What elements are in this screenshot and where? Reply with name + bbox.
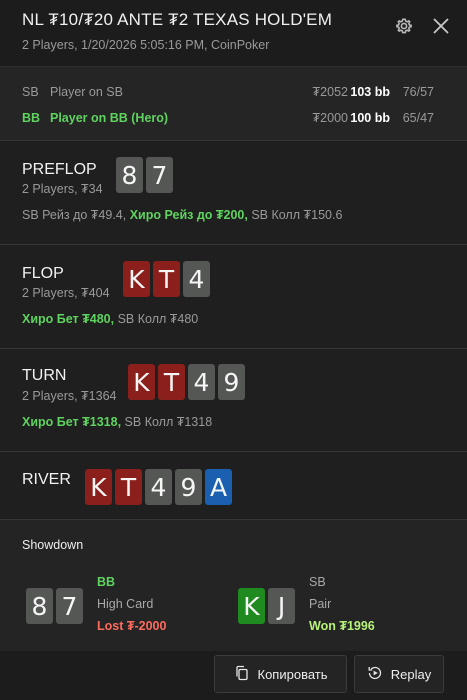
player-name: Player on SB — [50, 85, 123, 99]
street-name: FLOP — [22, 265, 64, 282]
close-icon[interactable] — [431, 16, 451, 36]
action-item: SB Рейз до ₮49.4, — [22, 208, 127, 222]
card: 4 — [188, 364, 215, 400]
card: 8 — [26, 588, 53, 624]
player-name: Player on BB (Hero) — [50, 111, 169, 125]
card: 4 — [183, 261, 210, 297]
hero-hole-cards: 8 7 — [116, 157, 173, 193]
card: K — [238, 588, 265, 624]
action-item-hero: Хиро Бет ₮480, — [22, 312, 115, 326]
card: J — [268, 588, 295, 624]
card: T — [153, 261, 180, 297]
action-item-hero: Хиро Рейз до ₮200, — [129, 208, 248, 222]
action-item: SB Колл ₮480 — [117, 312, 199, 326]
street-info: 2 Players, ₮404 — [22, 286, 110, 300]
card: 8 — [116, 157, 143, 193]
street-actions: SB Рейз до ₮49.4, Хиро Рейз до ₮200, SB … — [22, 208, 342, 222]
villain-showdown-cards: K J — [238, 588, 295, 624]
card: A — [205, 469, 232, 505]
card: K — [128, 364, 155, 400]
showdown-hero-hand: High Card — [97, 597, 154, 611]
player-position: BB — [22, 111, 41, 125]
player-row-bb-hero: BB Player on BB (Hero) ₮2000 100 bb 65/4… — [0, 111, 467, 131]
hand-title: NL ₮10/₮20 ANTE ₮2 TEXAS HOLD'EM — [22, 10, 333, 29]
players-panel: SB Player on SB ₮2052 103 bb 76/57 BB Pl… — [0, 66, 467, 140]
card: T — [158, 364, 185, 400]
showdown-villain-hand: Pair — [309, 597, 332, 611]
player-position: SB — [22, 85, 39, 99]
showdown-title: Showdown — [22, 538, 84, 552]
gear-icon[interactable] — [394, 16, 414, 36]
player-stack-bb: 103 bb — [350, 85, 390, 99]
showdown-hero-position: BB — [97, 575, 116, 589]
showdown-villain-position: SB — [309, 575, 326, 589]
action-item-hero: Хиро Бет ₮1318, — [22, 415, 122, 429]
player-stats: 65/47 — [402, 111, 434, 125]
action-item: SB Колл ₮1318 — [124, 415, 213, 429]
card: T — [115, 469, 142, 505]
showdown-hero-result: Lost ₮-2000 — [97, 619, 167, 633]
action-item: SB Колл ₮150.6 — [251, 208, 343, 222]
street-name: RIVER — [22, 471, 71, 488]
card: 4 — [145, 469, 172, 505]
board-cards: K T 4 9 — [128, 364, 245, 400]
card: 7 — [56, 588, 83, 624]
copy-button-label: Копировать — [257, 666, 328, 682]
street-info: 2 Players, ₮34 — [22, 182, 103, 196]
showdown-villain-result: Won ₮1996 — [309, 619, 375, 633]
player-stats: 76/57 — [402, 85, 434, 99]
street-flop: FLOP 2 Players, ₮404 K T 4 Хиро Бет ₮480… — [0, 244, 467, 348]
board-cards: K T 4 — [123, 261, 210, 297]
replay-button-label: Replay — [390, 666, 432, 682]
showdown-panel: Showdown 8 7 BB High Card Lost ₮-2000 K … — [0, 519, 467, 651]
street-river: RIVER K T 4 9 A — [0, 451, 467, 519]
street-actions: Хиро Бет ₮480, SB Колл ₮480 — [22, 312, 198, 326]
street-name: TURN — [22, 367, 67, 384]
card: K — [123, 261, 150, 297]
hand-header: NL ₮10/₮20 ANTE ₮2 TEXAS HOLD'EM 2 Playe… — [0, 0, 467, 65]
replay-icon — [367, 665, 383, 684]
street-preflop: PREFLOP 2 Players, ₮34 8 7 SB Рейз до ₮4… — [0, 140, 467, 244]
card: K — [85, 469, 112, 505]
player-stack: ₮2052 — [312, 85, 348, 99]
player-stack-bb: 100 bb — [350, 111, 390, 125]
copy-button[interactable]: Копировать — [214, 655, 347, 693]
player-row-sb: SB Player on SB ₮2052 103 bb 76/57 — [0, 85, 467, 105]
footer-bar: Копировать Replay — [0, 651, 467, 700]
copy-icon — [234, 665, 250, 684]
street-actions: Хиро Бет ₮1318, SB Колл ₮1318 — [22, 415, 212, 429]
replay-button[interactable]: Replay — [354, 655, 444, 693]
hero-showdown-cards: 8 7 — [26, 588, 83, 624]
street-info: 2 Players, ₮1364 — [22, 389, 117, 403]
card: 7 — [146, 157, 173, 193]
card: 9 — [218, 364, 245, 400]
card: 9 — [175, 469, 202, 505]
board-cards: K T 4 9 A — [85, 469, 232, 505]
street-turn: TURN 2 Players, ₮1364 K T 4 9 Хиро Бет ₮… — [0, 348, 467, 451]
player-stack: ₮2000 — [312, 111, 348, 125]
hand-subtitle: 2 Players, 1/20/2026 5:05:16 PM, CoinPok… — [22, 38, 270, 52]
street-name: PREFLOP — [22, 161, 97, 178]
